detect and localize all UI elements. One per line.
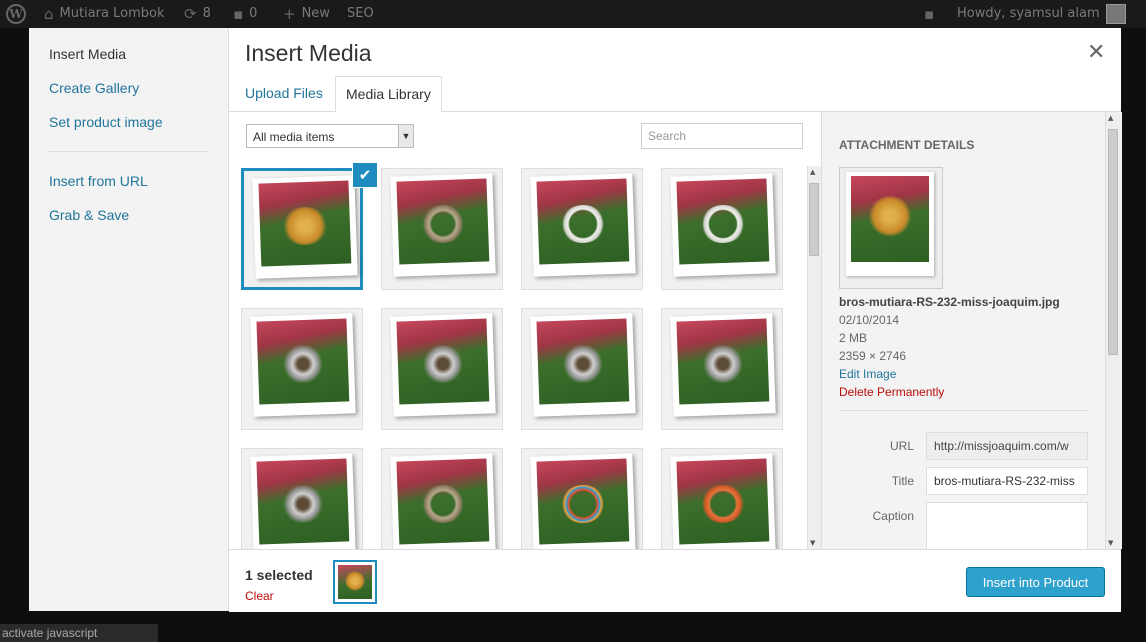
- media-item[interactable]: [661, 168, 783, 290]
- modal-title: Insert Media: [245, 40, 372, 66]
- attachment-preview: [839, 167, 943, 289]
- close-icon[interactable]: ✕: [1087, 40, 1105, 65]
- scroll-down-icon[interactable]: ▼: [810, 539, 815, 547]
- media-thumbnail: [390, 453, 496, 549]
- menu-separator: [49, 151, 207, 152]
- media-thumbnail: [670, 453, 776, 549]
- scroll-up-icon[interactable]: ▲: [1108, 114, 1113, 122]
- media-thumbnail: [530, 313, 636, 417]
- comment-icon: ▪: [233, 5, 244, 23]
- media-item[interactable]: [241, 168, 363, 290]
- media-thumbnail: [530, 453, 636, 549]
- seo-menu[interactable]: SEO: [347, 0, 374, 28]
- media-item[interactable]: [521, 308, 643, 430]
- media-grid: [239, 166, 805, 549]
- attachment-details-panel: ATTACHMENT DETAILS bros-mutiara-RS-232-m…: [821, 112, 1122, 549]
- delete-permanently-link[interactable]: Delete Permanently: [839, 385, 944, 399]
- insert-media-modal: Insert Media Create Gallery Set product …: [29, 28, 1122, 612]
- title-label: Title: [891, 474, 914, 488]
- attachment-filename: bros-mutiara-RS-232-miss-joaquim.jpg: [839, 295, 1060, 309]
- search-input[interactable]: Search: [641, 123, 803, 149]
- media-item[interactable]: [241, 448, 363, 549]
- details-separator: [839, 410, 1089, 411]
- media-thumbnail: [390, 313, 496, 417]
- new-menu[interactable]: + New: [283, 0, 330, 28]
- media-thumbnail: [390, 173, 496, 277]
- notification-icon[interactable]: ▪: [924, 0, 934, 28]
- media-item[interactable]: [381, 448, 503, 549]
- refresh-icon: ⟳: [184, 5, 197, 23]
- media-item[interactable]: [521, 168, 643, 290]
- title-field[interactable]: bros-mutiara-RS-232-miss: [926, 467, 1088, 495]
- tab-media-library[interactable]: Media Library: [335, 76, 442, 113]
- clear-selection-link[interactable]: Clear: [245, 589, 274, 603]
- menu-item-create-gallery[interactable]: Create Gallery: [49, 80, 139, 96]
- caption-field[interactable]: [926, 502, 1088, 549]
- new-label: New: [301, 6, 330, 21]
- updates-menu[interactable]: ⟳ 8: [184, 0, 211, 28]
- avatar: [1105, 4, 1126, 24]
- comments-menu[interactable]: ▪ 0: [233, 0, 257, 28]
- selected-thumbnail[interactable]: [333, 560, 377, 604]
- media-thumbnail: [252, 175, 358, 279]
- scroll-up-icon[interactable]: ▲: [810, 168, 815, 176]
- media-item[interactable]: [521, 448, 643, 549]
- media-thumbnail: [250, 313, 356, 417]
- menu-item-insert-from-url[interactable]: Insert from URL: [49, 173, 148, 189]
- media-item[interactable]: [381, 168, 503, 290]
- url-field[interactable]: http://missjoaquim.com/w: [926, 432, 1088, 460]
- details-scrollbar[interactable]: ▲ ▼: [1105, 112, 1120, 549]
- tab-upload-files[interactable]: Upload Files: [235, 76, 333, 111]
- plus-icon: +: [283, 5, 296, 23]
- media-thumbnail: [670, 313, 776, 417]
- grid-scrollbar[interactable]: ▲ ▼: [807, 166, 821, 549]
- modal-footer: 1 selected Clear Insert into Product: [229, 549, 1121, 612]
- media-item[interactable]: [661, 308, 783, 430]
- media-thumbnail: [250, 453, 356, 549]
- insert-into-product-button[interactable]: Insert into Product: [966, 567, 1105, 597]
- account-menu[interactable]: Howdy, syamsul alam: [957, 0, 1126, 28]
- caption-label: Caption: [872, 509, 914, 523]
- media-thumbnail: [670, 173, 776, 277]
- attachment-size: 2 MB: [839, 331, 868, 345]
- attachment-dimensions: 2359 × 2746: [839, 349, 907, 363]
- checkmark-icon[interactable]: ✔: [352, 162, 378, 188]
- status-bar: activate javascript: [0, 624, 158, 642]
- media-item[interactable]: [661, 448, 783, 549]
- edit-image-link[interactable]: Edit Image: [839, 367, 896, 381]
- howdy-text: Howdy, syamsul alam: [957, 6, 1100, 21]
- details-scroll-thumb[interactable]: [1108, 129, 1118, 355]
- updates-count: 8: [202, 6, 211, 21]
- home-icon: ⌂: [44, 5, 54, 23]
- comments-count: 0: [249, 6, 258, 21]
- grid-scroll-thumb[interactable]: [809, 183, 819, 256]
- media-item[interactable]: [381, 308, 503, 430]
- scroll-down-icon[interactable]: ▼: [1108, 539, 1113, 547]
- media-thumbnail: [530, 173, 636, 277]
- admin-bar: W ⌂ Mutiara Lombok ⟳ 8 ▪ 0 + New SEO ▪ H…: [0, 0, 1146, 28]
- menu-item-grab-save[interactable]: Grab & Save: [49, 207, 129, 223]
- seo-label: SEO: [347, 6, 374, 21]
- attachment-details-heading: ATTACHMENT DETAILS: [839, 138, 975, 152]
- media-item[interactable]: [241, 308, 363, 430]
- chevron-down-icon: ▼: [398, 125, 413, 147]
- media-menu: Insert Media Create Gallery Set product …: [29, 28, 229, 611]
- attachment-date: 02/10/2014: [839, 313, 900, 327]
- wordpress-logo-icon[interactable]: W: [6, 0, 26, 28]
- media-filter-select[interactable]: All media items ▼: [246, 124, 414, 148]
- site-menu[interactable]: ⌂ Mutiara Lombok: [44, 0, 164, 28]
- selection-count: 1 selected: [245, 567, 313, 583]
- menu-item-set-product-image[interactable]: Set product image: [49, 114, 163, 130]
- menu-item-insert-media[interactable]: Insert Media: [49, 46, 126, 62]
- media-filter-value: All media items: [253, 130, 335, 144]
- url-label: URL: [889, 439, 914, 453]
- site-name: Mutiara Lombok: [59, 6, 165, 21]
